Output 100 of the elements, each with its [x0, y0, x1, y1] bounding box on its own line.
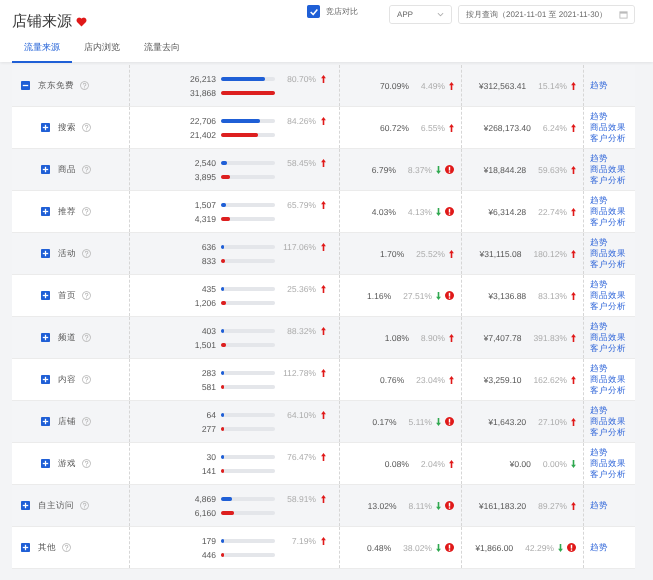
heart-icon [76, 16, 87, 26]
compare-checkbox[interactable] [307, 5, 320, 18]
tab[interactable]: 店内浏览 [72, 39, 132, 63]
link[interactable]: 商品效果 [590, 248, 626, 259]
expand-icon[interactable] [41, 375, 50, 384]
link[interactable]: 趋势 [590, 542, 608, 553]
link[interactable]: 客户分析 [590, 301, 626, 312]
link[interactable]: 客户分析 [590, 133, 626, 144]
source-name: 游戏 [58, 458, 76, 470]
expand-icon[interactable] [21, 543, 30, 552]
metric-value: ¥0.00 [510, 458, 531, 468]
metric-value: ¥3,136.88 [488, 290, 526, 300]
expand-icon[interactable] [41, 417, 50, 426]
change-value: 8.90% [420, 332, 445, 342]
change-value: 2.04% [420, 458, 445, 468]
change-value: 8.11% [408, 500, 432, 510]
metric-value: ¥31,115.08 [480, 248, 522, 258]
change-value: 89.27% [538, 500, 567, 510]
expand-icon[interactable] [41, 207, 50, 216]
link[interactable]: 趋势 [590, 321, 608, 332]
metric-value: 0.17% [372, 416, 397, 426]
progress-bar [221, 132, 275, 136]
link[interactable]: 趋势 [590, 405, 608, 416]
tab[interactable]: 流量去向 [132, 39, 192, 63]
metric-value: 6.79% [372, 164, 396, 174]
metric-value: ¥268,173.40 [484, 122, 531, 132]
link[interactable]: 趋势 [590, 195, 608, 206]
link[interactable]: 客户分析 [590, 343, 626, 354]
link[interactable]: 趋势 [590, 363, 608, 374]
link[interactable]: 趋势 [590, 237, 608, 248]
visitor-count: 22,706 [189, 114, 216, 128]
visitor-count: 636 [200, 240, 216, 254]
source-name: 店铺 [58, 416, 76, 428]
metric-value: 1.16% [367, 290, 392, 300]
change-value: 391.83% [533, 332, 567, 342]
link[interactable]: 商品效果 [590, 374, 626, 385]
link[interactable]: 趋势 [590, 111, 608, 122]
link[interactable]: 商品效果 [590, 332, 626, 343]
link[interactable]: 客户分析 [590, 259, 626, 270]
help-icon [80, 81, 89, 90]
expand-icon[interactable] [41, 165, 50, 174]
link[interactable]: 趋势 [590, 80, 608, 91]
progress-bar [221, 76, 275, 80]
visitor-count: 30 [206, 450, 216, 464]
visitor-count: 581 [200, 380, 216, 394]
metric-value: 0.48% [367, 542, 392, 552]
tab[interactable]: 流量来源 [12, 39, 72, 63]
expand-icon[interactable] [41, 333, 50, 342]
source-name: 自主访问 [38, 500, 74, 512]
help-icon [82, 375, 91, 384]
platform-select[interactable]: APP [389, 5, 452, 24]
change-value: 23.04% [416, 374, 445, 384]
link[interactable]: 商品效果 [590, 206, 626, 217]
date-field[interactable]: 按月查询（2021-11-01 至 2021-11-30） [458, 5, 635, 24]
link[interactable]: 趋势 [590, 153, 608, 164]
visitor-count: 141 [200, 464, 216, 478]
metric-value: ¥3,259.10 [484, 374, 522, 384]
link[interactable]: 商品效果 [590, 458, 626, 469]
visitor-count: 31,868 [189, 86, 216, 100]
visitor-count: 1,507 [194, 198, 216, 212]
source-name: 内容 [58, 374, 76, 386]
link[interactable]: 客户分析 [590, 217, 626, 228]
change-value: 64.10% [286, 408, 316, 422]
visitor-count: 277 [200, 422, 216, 436]
progress-bar [221, 90, 275, 94]
source-name: 其他 [38, 542, 56, 554]
change-value: 83.13% [538, 290, 567, 300]
change-value: 6.55% [420, 122, 445, 132]
link[interactable]: 商品效果 [590, 122, 626, 133]
expand-icon[interactable] [41, 459, 50, 468]
expand-icon[interactable] [21, 501, 30, 510]
help-icon [82, 165, 91, 174]
metric-value: ¥1,866.00 [475, 542, 514, 552]
link[interactable]: 趋势 [590, 279, 608, 290]
link[interactable]: 客户分析 [590, 175, 626, 186]
link[interactable]: 趋势 [590, 447, 608, 458]
expand-icon[interactable] [41, 291, 50, 300]
page-title: 店铺来源 [12, 12, 72, 31]
change-value: 8.37% [408, 164, 432, 174]
link[interactable]: 客户分析 [590, 427, 626, 438]
change-value: 27.10% [538, 416, 567, 426]
expand-icon[interactable] [41, 123, 50, 132]
metric-value: 1.70% [380, 248, 404, 258]
expand-icon[interactable] [41, 249, 50, 258]
visitor-count: 446 [200, 548, 216, 562]
link[interactable]: 趋势 [590, 500, 608, 511]
metric-value: 13.02% [368, 500, 397, 510]
change-value: 4.13% [408, 206, 432, 216]
link[interactable]: 客户分析 [590, 469, 626, 480]
collapse-icon[interactable] [21, 81, 30, 90]
help-icon [62, 543, 71, 552]
link[interactable]: 商品效果 [590, 416, 626, 427]
help-icon [80, 501, 89, 510]
link[interactable]: 商品效果 [590, 290, 626, 301]
link[interactable]: 商品效果 [590, 164, 626, 175]
change-value: 76.47% [286, 450, 316, 464]
link[interactable]: 客户分析 [590, 385, 626, 396]
help-icon [82, 333, 91, 342]
change-value: 117.06% [282, 240, 316, 254]
visitor-count: 403 [200, 324, 216, 338]
